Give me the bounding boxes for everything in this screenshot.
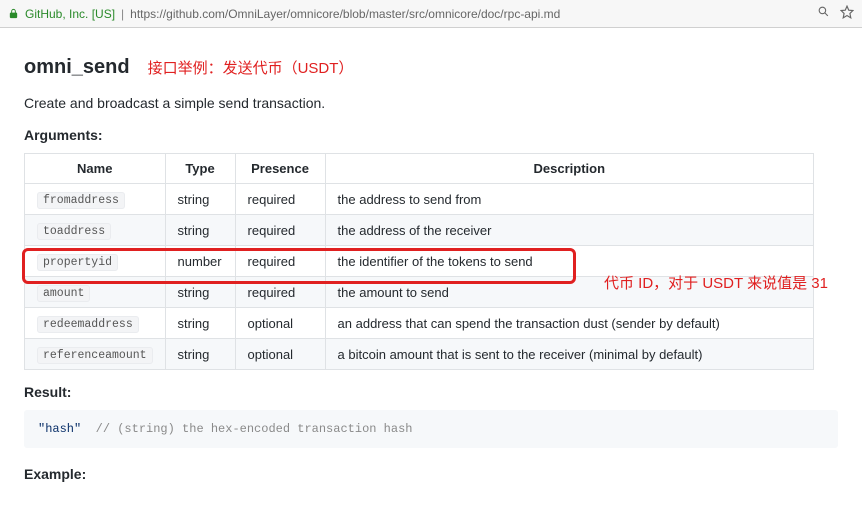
api-description: Create and broadcast a simple send trans… [24,95,838,111]
table-row: toaddress string required the address of… [25,215,814,246]
param-type: string [165,339,235,370]
param-name: redeemaddress [37,316,139,333]
table-row: fromaddress string required the address … [25,184,814,215]
api-title: omni_send [24,56,130,79]
site-identity-label: GitHub, Inc. [US] [25,7,115,21]
param-description: the address of the receiver [325,215,813,246]
param-presence: optional [235,308,325,339]
row-annotation: 代币 ID，对于 USDT 来说值是 31 [604,272,828,293]
param-presence: required [235,184,325,215]
col-presence: Presence [235,154,325,184]
result-heading: Result: [24,384,838,400]
param-description: the address to send from [325,184,813,215]
page-content: omni_send 接口举例：发送代币（USDT） Create and bro… [0,28,862,512]
param-name: referenceamount [37,347,153,364]
param-type: string [165,308,235,339]
browser-address-bar: GitHub, Inc. [US] | https://github.com/O… [0,0,862,28]
param-name: fromaddress [37,192,125,209]
url-separator: | [121,7,124,21]
param-description: a bitcoin amount that is sent to the rec… [325,339,813,370]
param-type: string [165,184,235,215]
lock-icon [8,8,19,19]
col-description: Description [325,154,813,184]
col-type: Type [165,154,235,184]
url-text[interactable]: https://github.com/OmniLayer/omnicore/bl… [130,7,811,21]
param-name: propertyid [37,254,118,271]
search-icon[interactable] [817,5,830,22]
result-comment: // (string) the hex-encoded transaction … [81,422,412,436]
arguments-table: Name Type Presence Description fromaddre… [24,153,814,370]
arguments-heading: Arguments: [24,127,838,143]
param-type: string [165,215,235,246]
param-name: amount [37,285,90,302]
arguments-table-wrap: Name Type Presence Description fromaddre… [24,153,814,370]
example-heading: Example: [24,466,838,482]
star-icon[interactable] [840,5,854,22]
title-annotation: 接口举例：发送代币（USDT） [148,57,354,78]
result-string: "hash" [38,422,81,436]
param-presence: optional [235,339,325,370]
param-type: string [165,277,235,308]
param-presence: required [235,246,325,277]
result-code-block: "hash" // (string) the hex-encoded trans… [24,410,838,448]
param-presence: required [235,215,325,246]
col-name: Name [25,154,166,184]
param-description: an address that can spend the transactio… [325,308,813,339]
param-name: toaddress [37,223,111,240]
table-row: redeemaddress string optional an address… [25,308,814,339]
param-type: number [165,246,235,277]
param-presence: required [235,277,325,308]
table-row: referenceamount string optional a bitcoi… [25,339,814,370]
